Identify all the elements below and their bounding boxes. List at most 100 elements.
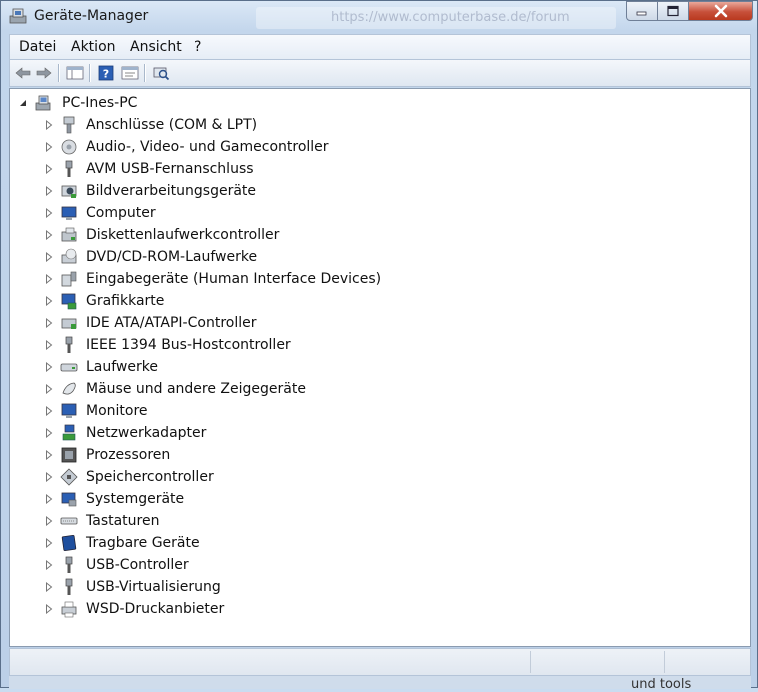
expand-arrow-icon[interactable] [44, 472, 54, 482]
expand-arrow-icon[interactable] [44, 450, 54, 460]
tree-category-node[interactable]: DVD/CD-ROM-Laufwerke [10, 246, 750, 268]
expand-arrow-icon[interactable] [44, 208, 54, 218]
tree-category-label: USB-Controller [86, 557, 189, 573]
tree-category-node[interactable]: USB-Controller [10, 554, 750, 576]
usb-icon [65, 578, 73, 595]
tree-category-node[interactable]: Diskettenlaufwerkcontroller [10, 224, 750, 246]
tree-category-node[interactable]: Monitore [10, 400, 750, 422]
properties-button[interactable] [120, 63, 140, 83]
menu-bar: Datei Aktion Ansicht ? [9, 34, 751, 60]
tree-category-node[interactable]: IDE ATA/ATAPI-Controller [10, 312, 750, 334]
tree-category-label: Bildverarbeitungsgeräte [86, 183, 257, 199]
background-text: und tools [631, 677, 692, 692]
tree-category-node[interactable]: Anschlüsse (COM & LPT) [10, 114, 750, 136]
expand-arrow-icon[interactable] [44, 516, 54, 526]
maximize-button[interactable] [657, 1, 689, 21]
tree-category-node[interactable]: Laufwerke [10, 356, 750, 378]
disk-drive-icon [60, 363, 78, 372]
tree-category-label: Tragbare Geräte [86, 535, 200, 551]
tree-category-node[interactable]: USB-Virtualisierung [10, 576, 750, 598]
expand-arrow-icon[interactable] [44, 164, 54, 174]
expand-arrow-icon[interactable] [44, 582, 54, 592]
tree-category-node[interactable]: Mäuse und andere Zeigegeräte [10, 378, 750, 400]
root-computer-name: PC-Ines-PC [62, 95, 138, 111]
help-button[interactable]: ? [96, 63, 116, 83]
menu-help[interactable]: ? [194, 39, 201, 55]
forward-button[interactable] [34, 63, 54, 83]
expand-arrow-icon[interactable] [44, 186, 54, 196]
svg-text:?: ? [103, 68, 109, 81]
tree-category-node[interactable]: Prozessoren [10, 444, 750, 466]
expand-arrow-icon[interactable] [44, 120, 54, 130]
tree-category-node[interactable]: Eingabegeräte (Human Interface Devices) [10, 268, 750, 290]
collapse-arrow-icon[interactable] [18, 98, 28, 108]
expand-arrow-icon[interactable] [44, 362, 54, 372]
expand-arrow-icon[interactable] [44, 538, 54, 548]
back-icon [15, 67, 31, 79]
port-icon [63, 116, 75, 134]
audio-icon [61, 139, 77, 155]
properties-icon [121, 66, 139, 80]
title-bar[interactable]: https://www.computerbase.de/forum Geräte… [1, 1, 757, 33]
tree-category-node[interactable]: AVM USB-Fernanschluss [10, 158, 750, 180]
tree-category-node[interactable]: Speichercontroller [10, 466, 750, 488]
expand-arrow-icon[interactable] [44, 384, 54, 394]
expand-arrow-icon[interactable] [44, 406, 54, 416]
tree-category-node[interactable]: Netzwerkadapter [10, 422, 750, 444]
maximize-icon [667, 5, 679, 17]
menu-ansicht[interactable]: Ansicht [130, 39, 182, 55]
usb-icon [65, 556, 73, 573]
window-title: Geräte-Manager [34, 8, 149, 24]
close-button[interactable] [688, 1, 753, 21]
network-icon [62, 424, 76, 441]
status-divider [530, 651, 531, 673]
tree-category-node[interactable]: Bildverarbeitungsgeräte [10, 180, 750, 202]
expand-arrow-icon[interactable] [44, 142, 54, 152]
tree-category-node[interactable]: Audio-, Video- und Gamecontroller [10, 136, 750, 158]
device-manager-window: https://www.computerbase.de/forum Geräte… [0, 0, 758, 692]
menu-datei[interactable]: Datei [19, 39, 56, 55]
expand-arrow-icon[interactable] [44, 230, 54, 240]
back-button[interactable] [13, 63, 33, 83]
tree-category-node[interactable]: Tastaturen [10, 510, 750, 532]
expand-arrow-icon[interactable] [44, 318, 54, 328]
tree-category-label: Mäuse und andere Zeigegeräte [86, 381, 306, 397]
computer-icon [35, 95, 51, 111]
tree-category-label: Tastaturen [86, 513, 160, 529]
scan-hardware-button[interactable] [151, 63, 171, 83]
expand-arrow-icon[interactable] [44, 604, 54, 614]
firewire-icon [65, 336, 73, 353]
tree-category-label: Netzwerkadapter [86, 425, 207, 441]
tree-category-node[interactable]: Computer [10, 202, 750, 224]
minimize-button[interactable] [626, 1, 658, 21]
tree-category-node[interactable]: Systemgeräte [10, 488, 750, 510]
hid-icon [61, 271, 77, 287]
expand-arrow-icon[interactable] [44, 296, 54, 306]
expand-arrow-icon[interactable] [44, 274, 54, 284]
device-manager-icon [9, 8, 27, 24]
tree-category-label: IDE ATA/ATAPI-Controller [86, 315, 257, 331]
background-url-text: https://www.computerbase.de/forum [331, 10, 570, 25]
expand-arrow-icon[interactable] [44, 494, 54, 504]
keyboard-icon [60, 517, 78, 525]
tree-root[interactable]: PC-Ines-PC [10, 92, 750, 114]
tree-category-label: USB-Virtualisierung [86, 579, 221, 595]
printer-icon [61, 601, 77, 618]
tree-category-label: IEEE 1394 Bus-Hostcontroller [86, 337, 291, 353]
tree-category-node[interactable]: WSD-Druckanbieter [10, 598, 750, 620]
processor-icon [61, 447, 77, 463]
tree-category-node[interactable]: Tragbare Geräte [10, 532, 750, 554]
expand-arrow-icon[interactable] [44, 340, 54, 350]
menu-aktion[interactable]: Aktion [71, 39, 116, 55]
expand-arrow-icon[interactable] [44, 560, 54, 570]
tree-category-label: Eingabegeräte (Human Interface Devices) [86, 271, 382, 287]
expand-arrow-icon[interactable] [44, 252, 54, 262]
tree-category-node[interactable]: IEEE 1394 Bus-Hostcontroller [10, 334, 750, 356]
usb-icon [65, 160, 73, 177]
tree-category-node[interactable]: Grafikkarte [10, 290, 750, 312]
tree-category-label: Prozessoren [86, 447, 171, 463]
expand-arrow-icon[interactable] [44, 428, 54, 438]
toolbar-separator [144, 64, 146, 82]
toolbar: ? [9, 60, 751, 87]
console-tree-button[interactable] [65, 63, 85, 83]
